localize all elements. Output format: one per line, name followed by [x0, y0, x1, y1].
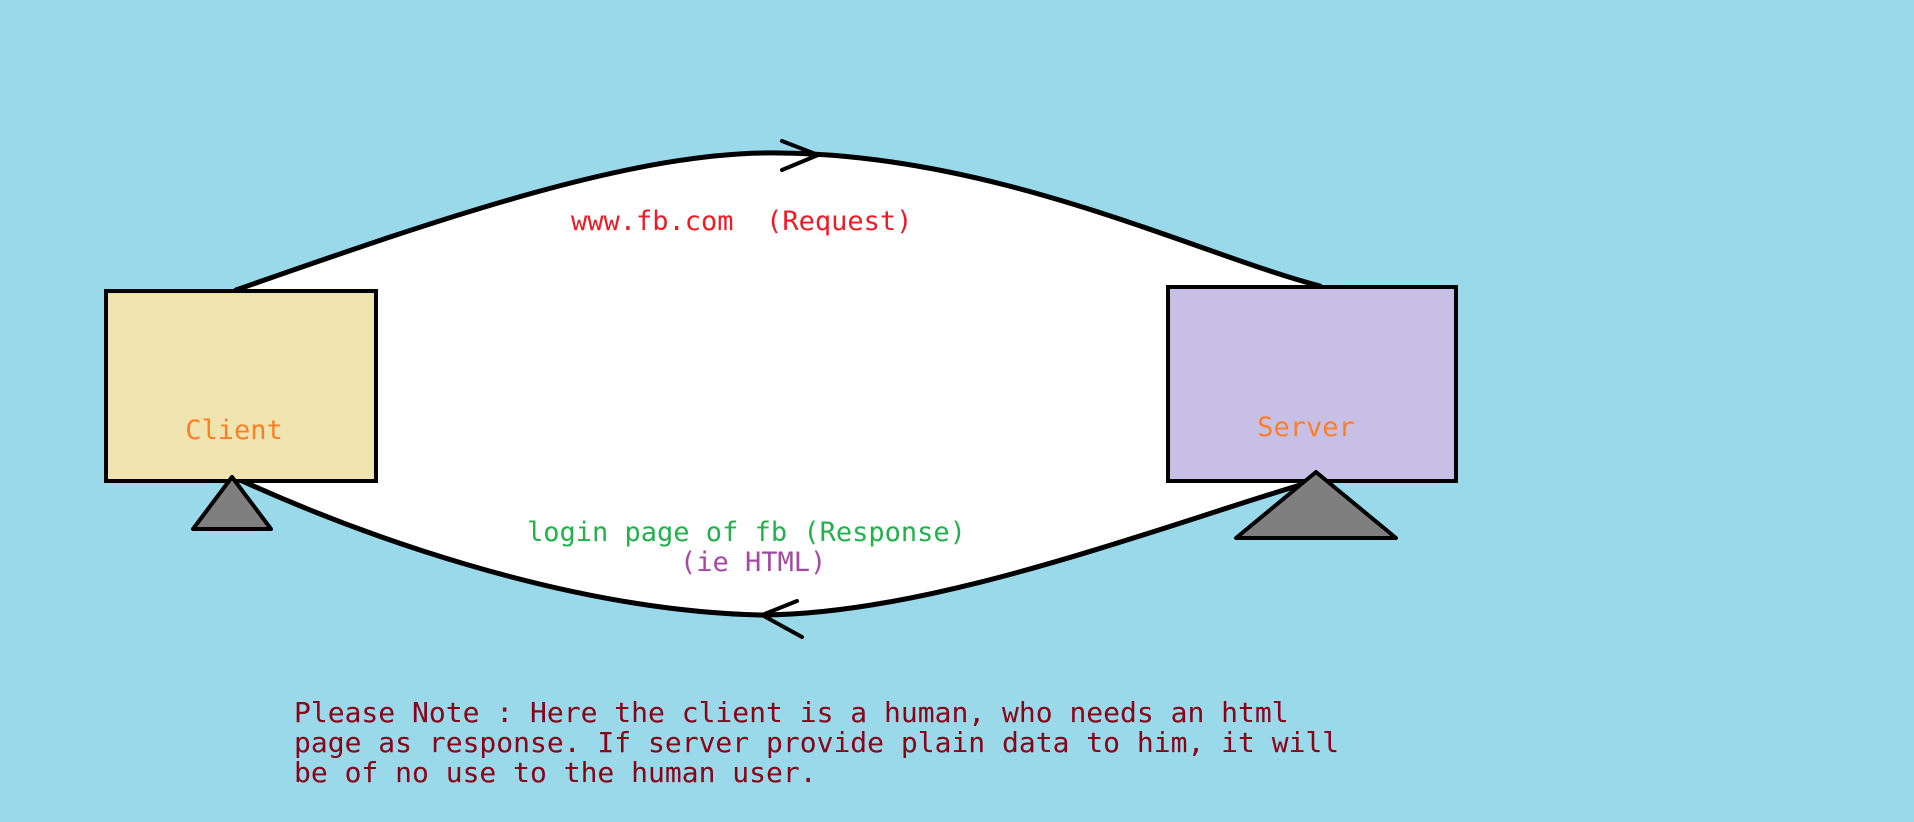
note-text: Please Note : Here the client is a human…	[294, 696, 1340, 789]
request-label: www.fb.com (Request)	[571, 206, 913, 237]
response-sublabel: (ie HTML)	[680, 547, 827, 578]
client-label: Client	[185, 415, 283, 446]
client-box	[104, 289, 378, 483]
server-label: Server	[1257, 412, 1355, 443]
response-label: login page of fb (Response)	[527, 517, 966, 548]
server-box	[1166, 285, 1458, 483]
